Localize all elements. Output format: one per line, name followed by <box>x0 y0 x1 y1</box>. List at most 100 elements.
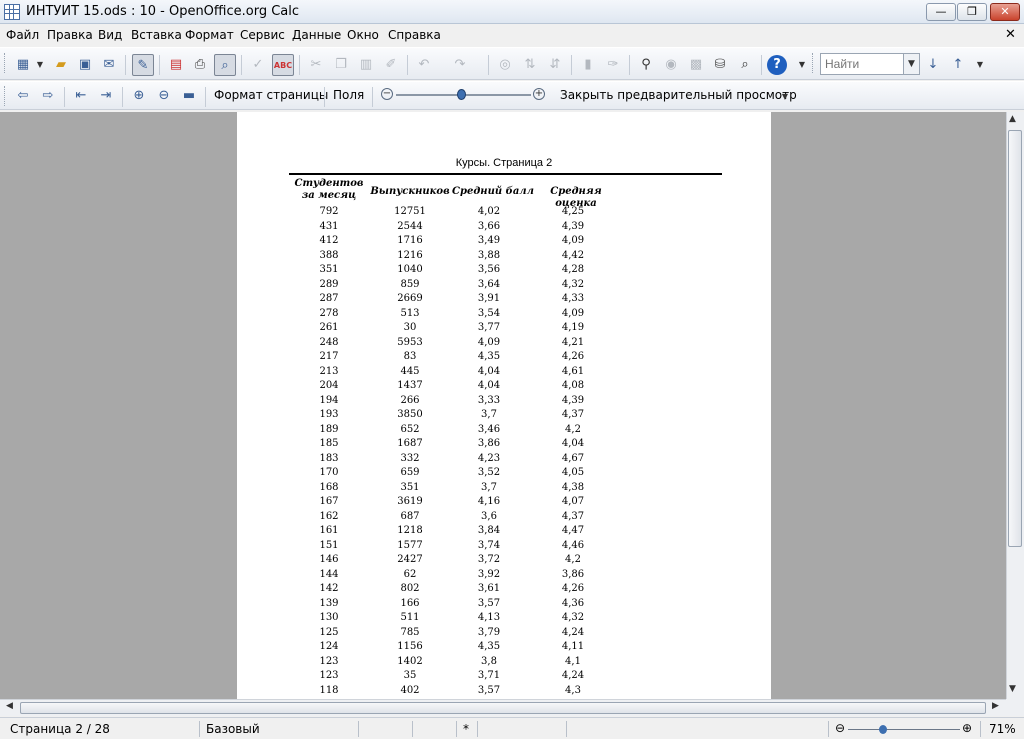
toolbar-grip[interactable] <box>4 53 7 73</box>
save-icon[interactable]: ▣ <box>74 54 96 76</box>
next-page-icon[interactable]: ⇨ <box>37 85 59 107</box>
navigator-icon[interactable]: ◉ <box>660 54 682 76</box>
cell-avg-score: 3,74 <box>477 539 501 551</box>
menu-window[interactable]: Окно <box>347 28 379 42</box>
close-window-button[interactable]: ✕ <box>990 3 1020 21</box>
margins-button[interactable]: Поля <box>333 88 364 102</box>
page-style[interactable]: Базовый <box>206 722 260 736</box>
datasources-icon[interactable]: ⛁ <box>709 54 731 76</box>
last-page-icon[interactable]: ⇥ <box>95 85 117 107</box>
cut-icon[interactable]: ✂ <box>305 54 327 76</box>
undo-icon[interactable]: ↶ <box>413 54 435 76</box>
menu-insert[interactable]: Вставка <box>131 28 182 42</box>
cell-students: 287 <box>319 293 339 304</box>
vertical-scroll-thumb[interactable] <box>1008 130 1022 547</box>
cell-students: 146 <box>319 554 339 565</box>
cell-avg-grade: 4,28 <box>561 264 585 275</box>
scroll-right-icon[interactable]: ▶ <box>992 701 999 711</box>
find-next-icon[interactable]: ↓ <box>922 54 944 76</box>
new-icon[interactable]: ▦ <box>12 54 34 76</box>
paste-icon[interactable]: ▥ <box>355 54 377 76</box>
close-preview-button[interactable]: Закрыть предварительный просмотр <box>560 88 797 102</box>
cell-graduates: 2544 <box>397 220 423 232</box>
draw-icon[interactable]: ✑ <box>602 54 624 76</box>
cell-avg-score: 3,88 <box>477 249 501 261</box>
zoom-out-small-icon[interactable]: − <box>381 88 393 100</box>
full-screen-icon[interactable]: ▬ <box>178 85 200 107</box>
menu-view[interactable]: Вид <box>98 28 122 42</box>
cell-students: 144 <box>319 568 339 580</box>
export-pdf-icon[interactable]: ▤ <box>165 54 187 76</box>
find-dropdown-icon[interactable]: ▼ <box>903 54 919 74</box>
spellcheck-icon[interactable]: ✓ <box>247 54 269 76</box>
zoom-in-small-icon[interactable]: + <box>533 88 545 100</box>
status-zoom-slider-handle[interactable] <box>879 725 887 734</box>
vertical-scrollbar[interactable]: ▲ ▼ <box>1006 112 1024 699</box>
open-icon[interactable]: ▰ <box>50 54 72 76</box>
redo-icon[interactable]: ↷ <box>449 54 471 76</box>
find-options-icon[interactable]: ▼ <box>974 54 986 76</box>
table-row: 213 445 4,04 4,61 <box>289 366 722 381</box>
scroll-up-icon[interactable]: ▲ <box>1009 114 1016 124</box>
cell-avg-grade: 4,24 <box>561 670 585 681</box>
horizontal-scroll-thumb[interactable] <box>20 702 986 714</box>
copy-icon[interactable]: ❐ <box>330 54 352 76</box>
zoom-level[interactable]: 71% <box>989 722 1016 736</box>
cell-avg-score: 3,79 <box>477 626 501 638</box>
format-page-button[interactable]: Формат страницы <box>214 88 328 102</box>
edit-file-icon[interactable]: ✎ <box>132 54 154 76</box>
cell-graduates: 2669 <box>397 293 423 304</box>
scroll-left-icon[interactable]: ◀ <box>6 701 13 711</box>
toolbar-options-icon[interactable]: ▼ <box>796 54 808 76</box>
cell-avg-score: 4,35 <box>477 351 501 362</box>
menu-tools[interactable]: Сервис <box>240 28 285 42</box>
toolbar-grip[interactable] <box>4 86 7 106</box>
menu-format[interactable]: Формат <box>185 28 234 42</box>
previous-page-icon[interactable]: ⇦ <box>12 85 34 107</box>
status-zoom-slider[interactable] <box>848 729 960 730</box>
sort-descending-icon[interactable]: ⇵ <box>544 54 566 76</box>
menu-file[interactable]: Файл <box>6 28 39 42</box>
restore-button[interactable]: ❐ <box>957 3 987 21</box>
minimize-button[interactable]: — <box>926 3 956 21</box>
status-zoom-in-icon[interactable]: ⊕ <box>962 721 972 735</box>
cell-students: 248 <box>319 336 339 348</box>
scroll-down-icon[interactable]: ▼ <box>1009 684 1016 694</box>
find-replace-icon[interactable]: ⚲ <box>635 54 657 76</box>
toolbar-options-icon[interactable]: ▼ <box>779 86 791 108</box>
preview-zoom-slider-handle[interactable] <box>457 89 466 100</box>
cell-avg-grade: 4,11 <box>561 641 585 652</box>
first-page-icon[interactable]: ⇤ <box>70 85 92 107</box>
sort-ascending-icon[interactable]: ⇅ <box>519 54 541 76</box>
table-row: 170 659 3,52 4,05 <box>289 467 722 482</box>
zoom-in-icon[interactable]: ⊕ <box>128 85 150 107</box>
table-row: 261 30 3,77 4,19 <box>289 322 722 337</box>
menu-edit[interactable]: Правка <box>47 28 93 42</box>
toolbar-grip[interactable] <box>812 53 815 73</box>
close-document-icon[interactable]: ✕ <box>1005 27 1016 42</box>
help-icon[interactable]: ? <box>767 55 787 75</box>
hyperlink-icon[interactable]: ◎ <box>494 54 516 76</box>
status-zoom-out-icon[interactable]: ⊖ <box>835 721 845 735</box>
gallery-icon[interactable]: ▩ <box>685 54 707 76</box>
zoom-out-icon[interactable]: ⊖ <box>153 85 175 107</box>
cell-graduates: 802 <box>400 583 420 594</box>
autospell-icon[interactable]: ABC <box>272 54 294 76</box>
cell-avg-grade: 4,2 <box>565 423 581 435</box>
chart-icon[interactable]: ▮ <box>577 54 599 76</box>
horizontal-scrollbar[interactable]: ◀ ▶ <box>0 699 1006 716</box>
cell-avg-score: 4,13 <box>477 612 501 623</box>
print-icon[interactable]: ⎙ <box>189 54 211 76</box>
table-row: 118 402 3,57 4,3 <box>289 685 722 700</box>
menu-data[interactable]: Данные <box>292 28 341 42</box>
dropdown-icon[interactable]: ▼ <box>34 54 46 76</box>
email-icon[interactable]: ✉ <box>98 54 120 76</box>
cell-avg-score: 3,66 <box>477 220 501 232</box>
table-row: 123 1402 3,8 4,1 <box>289 656 722 671</box>
find-previous-icon[interactable]: ↑ <box>947 54 969 76</box>
format-paintbrush-icon[interactable]: ✐ <box>380 54 402 76</box>
page-preview-icon[interactable]: ⌕ <box>214 54 236 76</box>
menu-help[interactable]: Справка <box>388 28 441 42</box>
zoom-icon[interactable]: ⌕ <box>734 54 756 76</box>
table-row: 125 785 3,79 4,24 <box>289 627 722 642</box>
